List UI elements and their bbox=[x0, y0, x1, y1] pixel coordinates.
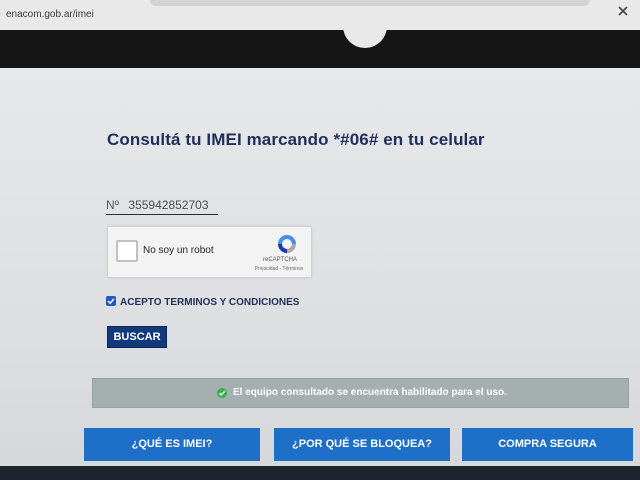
nav-por-que-se-bloquea-button[interactable]: ¿POR QUÉ SE BLOQUEA? bbox=[274, 428, 450, 461]
taskbar bbox=[0, 466, 640, 480]
page-title: Consultá tu IMEI marcando *#06# en tu ce… bbox=[107, 130, 485, 149]
terms-checkbox-row[interactable]: ACEPTO TERMINOS Y CONDICIONES bbox=[106, 296, 299, 308]
recaptcha-widget: No soy un robot reCAPTCHA Privacidad - T… bbox=[107, 226, 312, 278]
status-banner: El equipo consultado se encuentra habili… bbox=[92, 378, 629, 408]
status-message: El equipo consultado se encuentra habili… bbox=[233, 387, 507, 398]
url-text[interactable]: enacom.gob.ar/imei bbox=[6, 9, 94, 20]
recaptcha-logo-icon bbox=[278, 235, 296, 253]
check-circle-icon bbox=[217, 388, 227, 398]
browser-tab-strip bbox=[150, 0, 590, 6]
check-icon bbox=[107, 298, 115, 305]
imei-input[interactable]: Nº 355942852703 bbox=[106, 196, 218, 215]
nav-compra-segura-button[interactable]: COMPRA SEGURA bbox=[462, 428, 633, 461]
recaptcha-label: No soy un robot bbox=[143, 245, 214, 256]
terms-label: ACEPTO TERMINOS Y CONDICIONES bbox=[120, 297, 300, 308]
nav-que-es-imei-button[interactable]: ¿QUÉ ES IMEI? bbox=[84, 428, 260, 461]
close-icon[interactable] bbox=[616, 4, 630, 18]
imei-prefix: Nº bbox=[106, 198, 120, 212]
imei-value: 355942852703 bbox=[128, 198, 209, 212]
recaptcha-brand: reCAPTCHA bbox=[262, 257, 297, 263]
header-notch bbox=[343, 26, 387, 48]
recaptcha-links[interactable]: Privacidad - Términos bbox=[248, 266, 310, 272]
search-button[interactable]: BUSCAR bbox=[107, 326, 167, 348]
site-header bbox=[0, 26, 640, 68]
browser-address-bar: enacom.gob.ar/imei bbox=[0, 0, 640, 31]
recaptcha-checkbox[interactable] bbox=[116, 240, 138, 262]
terms-checkbox[interactable] bbox=[106, 296, 116, 306]
